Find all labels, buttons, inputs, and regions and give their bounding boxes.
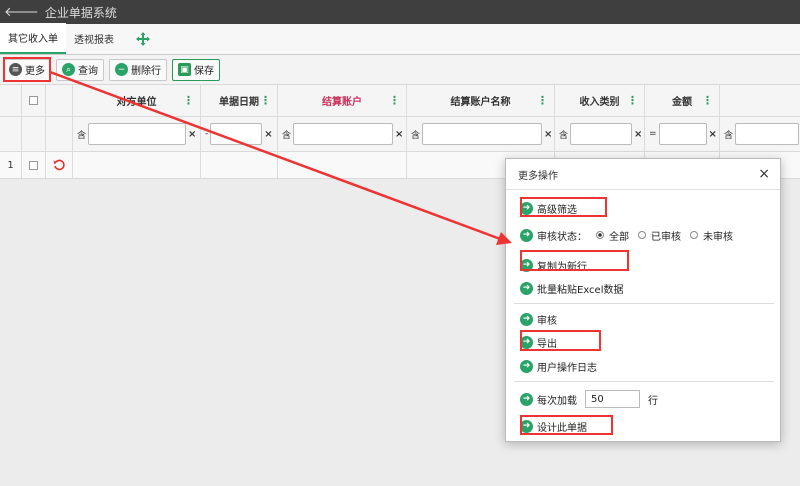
- column-menu-icon: ⋮: [260, 94, 271, 107]
- grid-header-row: 对方单位 ⋮ 单据日期 ⋮ 结算账户 ⋮ 结算账户名称 ⋮ 收入类别 ⋮ 金额 ⋮: [0, 85, 800, 117]
- header-settle-account[interactable]: 结算账户 ⋮: [278, 85, 407, 116]
- filter-clear-icon[interactable]: ×: [634, 129, 642, 140]
- filter-income-type-input[interactable]: [570, 123, 633, 145]
- close-icon[interactable]: ×: [758, 166, 770, 182]
- filter-clear-icon[interactable]: ×: [395, 129, 403, 140]
- tab-pivot-report[interactable]: 透视报表: [66, 23, 122, 54]
- filter-clear-icon[interactable]: ×: [188, 129, 196, 140]
- column-menu-icon: ⋮: [702, 94, 713, 107]
- filter-op-label: -: [205, 129, 209, 139]
- dialog-header: 更多操作 ×: [506, 159, 780, 190]
- filter-op-label: 含: [559, 130, 569, 141]
- tab-bar: 其它收入单 透视报表: [0, 23, 800, 55]
- save-button[interactable]: ▣ 保存: [172, 58, 220, 81]
- select-all-checkbox[interactable]: [29, 96, 38, 105]
- delete-row-label: 删除行: [131, 66, 161, 77]
- row-number: 1: [0, 152, 22, 178]
- column-menu-icon: ⋮: [389, 94, 400, 107]
- annotation-box-advanced-filter: [520, 197, 607, 217]
- save-label: 保存: [194, 66, 214, 77]
- filter-clear-icon[interactable]: ×: [264, 129, 272, 140]
- header-settle-account-name[interactable]: 结算账户名称 ⋮: [407, 85, 555, 116]
- arrow-right-icon: ➜: [520, 312, 533, 326]
- annotation-box-design: [520, 415, 613, 435]
- load-count-row: ➜ 每次加载 50 行: [520, 389, 658, 409]
- row-checkbox[interactable]: [29, 160, 38, 170]
- filter-counterparty-input[interactable]: [88, 123, 187, 145]
- delete-row-button[interactable]: − 删除行: [109, 58, 167, 81]
- arrow-right-icon: ➜: [520, 228, 533, 242]
- tab-other-income[interactable]: 其它收入单: [0, 23, 66, 54]
- divider: [514, 381, 774, 382]
- batch-paste-item[interactable]: ➜ 批量粘贴Excel数据: [520, 278, 624, 298]
- audit-item[interactable]: ➜ 审核: [520, 309, 557, 329]
- filter-extra-input[interactable]: [735, 123, 800, 145]
- dialog-title: 更多操作: [518, 170, 558, 182]
- audit-approved-radio[interactable]: [638, 231, 646, 239]
- annotation-box-copy-new-row: [520, 250, 629, 271]
- filter-amount-input[interactable]: [658, 123, 707, 145]
- filter-op-label: 含: [282, 130, 292, 141]
- title-bar: 🡐 企业单据系统: [0, 0, 800, 24]
- audit-all-radio[interactable]: [596, 231, 604, 239]
- arrow-right-icon: ➜: [520, 281, 533, 295]
- query-label: 查询: [78, 66, 98, 77]
- divider: [514, 303, 774, 304]
- header-doc-date[interactable]: 单据日期 ⋮: [201, 85, 278, 116]
- save-icon: ▣: [178, 63, 191, 76]
- filter-op-label: =: [649, 129, 657, 139]
- filter-op-label: 含: [724, 130, 734, 141]
- grid-filter-row: 含 × - × 含 × 含 × 含 × = × 含: [0, 117, 800, 152]
- filter-op-label: 含: [77, 130, 87, 141]
- minus-icon: −: [115, 63, 128, 76]
- column-menu-icon: ⋮: [537, 94, 548, 107]
- column-menu-icon: ⋮: [627, 94, 638, 107]
- filter-settle-account-name-input[interactable]: [422, 123, 543, 145]
- header-amount[interactable]: 金额 ⋮: [645, 85, 720, 116]
- undo-icon[interactable]: [53, 159, 65, 171]
- annotation-box-export: [520, 330, 601, 351]
- audit-unapproved-radio[interactable]: [690, 231, 698, 239]
- annotation-box-more: [3, 57, 51, 82]
- header-counterparty[interactable]: 对方单位 ⋮: [73, 85, 201, 116]
- arrow-right-icon: ➜: [520, 392, 533, 406]
- user-log-item[interactable]: ➜ 用户操作日志: [520, 356, 597, 376]
- filter-clear-icon[interactable]: ×: [709, 129, 717, 140]
- query-button[interactable]: ⌕ 查询: [56, 58, 104, 81]
- arrow-right-icon: ➜: [520, 359, 533, 373]
- audit-status-row: ➜ 审核状态： 全部 已审核 未审核: [520, 225, 733, 245]
- load-count-input[interactable]: 50: [585, 390, 640, 408]
- column-menu-icon: ⋮: [183, 94, 194, 107]
- filter-op-label: 含: [411, 130, 421, 141]
- back-arrow-icon[interactable]: 🡐: [4, 4, 39, 20]
- move-icon[interactable]: [130, 23, 156, 54]
- header-income-type[interactable]: 收入类别 ⋮: [555, 85, 645, 116]
- search-icon: ⌕: [62, 63, 75, 76]
- filter-settle-account-input[interactable]: [293, 123, 394, 145]
- app-title: 企业单据系统: [44, 5, 117, 20]
- filter-date-input[interactable]: [210, 123, 263, 145]
- filter-clear-icon[interactable]: ×: [544, 129, 552, 140]
- toolbar: ≡ 更多 ⌕ 查询 − 删除行 ▣ 保存: [0, 55, 800, 85]
